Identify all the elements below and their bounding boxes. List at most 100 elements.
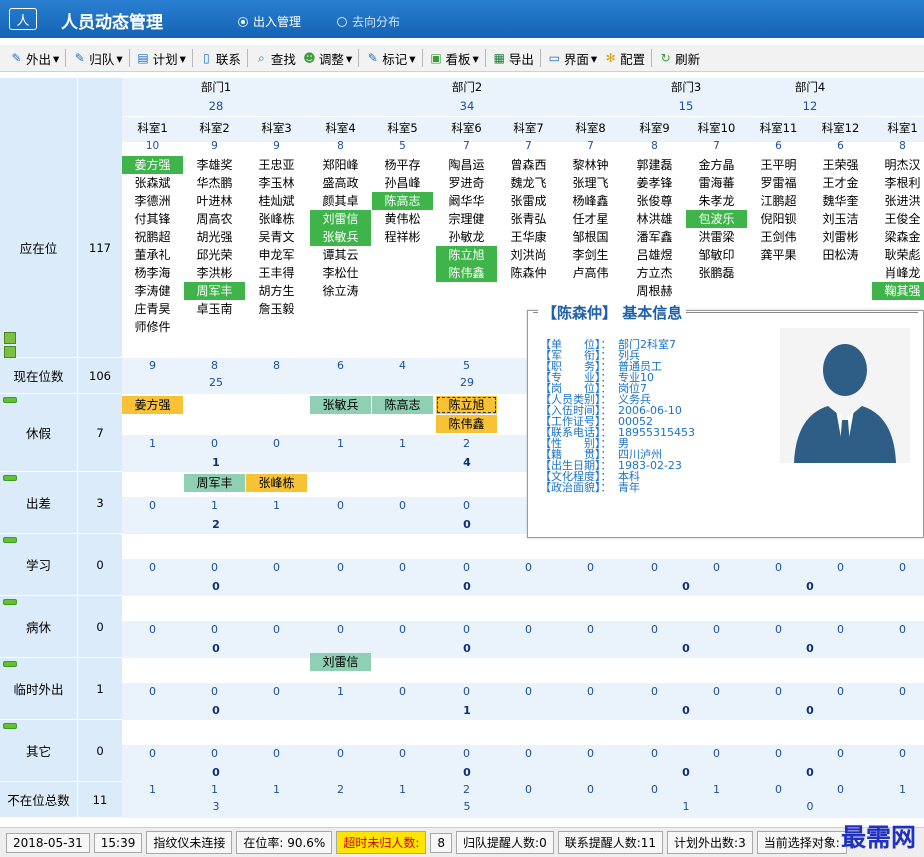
trip-person-cell[interactable]: 张峰栋 bbox=[246, 474, 307, 492]
person-cell[interactable]: 陈森仲 bbox=[498, 264, 559, 282]
tab-access-management[interactable]: 出入管理 bbox=[238, 13, 301, 30]
person-cell[interactable]: 张森斌 bbox=[122, 174, 183, 192]
person-cell[interactable]: 师修件 bbox=[122, 318, 183, 336]
person-cell[interactable]: 江鹏超 bbox=[748, 192, 809, 210]
person-cell[interactable]: 王俊全 bbox=[872, 210, 924, 228]
person-cell[interactable]: 张青弘 bbox=[498, 210, 559, 228]
search-button[interactable]: ⌕ 查找 bbox=[251, 49, 299, 68]
person-cell[interactable]: 曾森西 bbox=[498, 156, 559, 174]
department-header[interactable]: 部门1 bbox=[122, 79, 310, 95]
person-cell[interactable]: 孙敏龙 bbox=[436, 228, 497, 246]
person-cell[interactable]: 李根利 bbox=[872, 174, 924, 192]
person-cell[interactable]: 宗理健 bbox=[436, 210, 497, 228]
section-header[interactable]: 科室1 bbox=[872, 120, 924, 136]
refresh-button[interactable]: ↻ 刷新 bbox=[655, 49, 703, 68]
person-cell[interactable]: 庄青昊 bbox=[122, 300, 183, 318]
interface-button[interactable]: ▭ 界面 ▾ bbox=[544, 49, 600, 68]
adjust-button[interactable]: ☻ 调整 ▾ bbox=[299, 49, 355, 68]
person-cell[interactable]: 杨李海 bbox=[122, 264, 183, 282]
person-cell[interactable]: 李雄奖 bbox=[184, 156, 245, 174]
person-cell[interactable]: 吴青文 bbox=[246, 228, 307, 246]
person-cell[interactable]: 鞠其强 bbox=[872, 282, 924, 300]
person-cell[interactable]: 任才星 bbox=[560, 210, 621, 228]
plan-button[interactable]: ▤ 计划 ▾ bbox=[133, 49, 189, 68]
person-cell[interactable]: 梁森金 bbox=[872, 228, 924, 246]
person-cell[interactable]: 林洪雄 bbox=[624, 210, 685, 228]
person-cell[interactable]: 黄伟松 bbox=[372, 210, 433, 228]
section-header[interactable]: 科室10 bbox=[686, 120, 747, 136]
person-cell[interactable]: 明杰汉 bbox=[872, 156, 924, 174]
person-cell[interactable]: 李洪彬 bbox=[184, 264, 245, 282]
leave-person-cell[interactable]: 张敏兵 bbox=[310, 396, 371, 414]
person-cell[interactable]: 胡光强 bbox=[184, 228, 245, 246]
person-cell[interactable]: 洪雷梁 bbox=[686, 228, 747, 246]
section-header[interactable]: 科室7 bbox=[498, 120, 559, 136]
leave-person-cell[interactable]: 陈高志 bbox=[372, 396, 433, 414]
department-header[interactable]: 部门4 bbox=[748, 79, 872, 95]
person-cell[interactable]: 申龙军 bbox=[246, 246, 307, 264]
tab-whereabouts-distribution[interactable]: 去向分布 bbox=[337, 13, 400, 30]
person-cell[interactable]: 倪阳钡 bbox=[748, 210, 809, 228]
person-cell[interactable]: 王平明 bbox=[748, 156, 809, 174]
person-cell[interactable]: 王丰得 bbox=[246, 264, 307, 282]
scroll-up-icon[interactable] bbox=[4, 332, 16, 344]
section-header[interactable]: 科室4 bbox=[310, 120, 371, 136]
person-cell[interactable]: 胡方生 bbox=[246, 282, 307, 300]
section-header[interactable]: 科室2 bbox=[184, 120, 245, 136]
person-cell[interactable]: 邹敏印 bbox=[686, 246, 747, 264]
person-cell[interactable]: 姜孝锋 bbox=[624, 174, 685, 192]
person-cell[interactable]: 王剑伟 bbox=[748, 228, 809, 246]
person-cell[interactable]: 卓玉南 bbox=[184, 300, 245, 318]
person-cell[interactable]: 董承礼 bbox=[122, 246, 183, 264]
person-cell[interactable]: 李涛健 bbox=[122, 282, 183, 300]
person-cell[interactable]: 肖峰龙 bbox=[872, 264, 924, 282]
person-cell[interactable]: 方立杰 bbox=[624, 264, 685, 282]
person-cell[interactable]: 陈伟鑫 bbox=[436, 264, 497, 282]
person-cell[interactable]: 祝鹏超 bbox=[122, 228, 183, 246]
department-header[interactable]: 部门3 bbox=[624, 79, 748, 95]
person-cell[interactable]: 王荣强 bbox=[810, 156, 871, 174]
trip-person-cell[interactable]: 周军丰 bbox=[184, 474, 245, 492]
person-cell[interactable]: 郭建磊 bbox=[624, 156, 685, 174]
mark-button[interactable]: ✎ 标记 ▾ bbox=[362, 49, 418, 68]
leave-person-cell[interactable]: 陈立旭 bbox=[436, 396, 497, 414]
person-cell[interactable]: 华杰鹏 bbox=[184, 174, 245, 192]
section-header[interactable]: 科室5 bbox=[372, 120, 433, 136]
person-cell[interactable]: 田松涛 bbox=[810, 246, 871, 264]
person-cell[interactable]: 陈立旭 bbox=[436, 246, 497, 264]
person-cell[interactable]: 潘军鑫 bbox=[624, 228, 685, 246]
contact-button[interactable]: ▯ 联系 bbox=[196, 49, 244, 68]
person-cell[interactable]: 徐立涛 bbox=[310, 282, 371, 300]
person-cell[interactable]: 邱光荣 bbox=[184, 246, 245, 264]
temp-out-person-cell[interactable]: 刘雷信 bbox=[310, 653, 371, 671]
person-cell[interactable]: 罗雷福 bbox=[748, 174, 809, 192]
person-cell[interactable]: 王华康 bbox=[498, 228, 559, 246]
person-cell[interactable]: 张雷成 bbox=[498, 192, 559, 210]
person-cell[interactable]: 付其锋 bbox=[122, 210, 183, 228]
person-cell[interactable]: 李德洲 bbox=[122, 192, 183, 210]
person-cell[interactable]: 罗进奇 bbox=[436, 174, 497, 192]
board-button[interactable]: ▣ 看板 ▾ bbox=[426, 49, 482, 68]
export-button[interactable]: ▦ 导出 bbox=[489, 49, 537, 68]
section-header[interactable]: 科室3 bbox=[246, 120, 307, 136]
person-cell[interactable]: 李松仕 bbox=[310, 264, 371, 282]
section-header[interactable]: 科室1 bbox=[122, 120, 183, 136]
person-cell[interactable]: 杨峰鑫 bbox=[560, 192, 621, 210]
person-cell[interactable]: 周高农 bbox=[184, 210, 245, 228]
person-cell[interactable]: 王才金 bbox=[810, 174, 871, 192]
section-header[interactable]: 科室9 bbox=[624, 120, 685, 136]
person-cell[interactable]: 颜其卓 bbox=[310, 192, 371, 210]
person-cell[interactable]: 陈高志 bbox=[372, 192, 433, 210]
person-cell[interactable]: 周军丰 bbox=[184, 282, 245, 300]
return-button[interactable]: ✎ 归队 ▾ bbox=[69, 49, 125, 68]
person-cell[interactable]: 詹玉毅 bbox=[246, 300, 307, 318]
person-cell[interactable]: 刘雷信 bbox=[310, 210, 371, 228]
person-cell[interactable]: 张鹏磊 bbox=[686, 264, 747, 282]
person-cell[interactable]: 程祥彬 bbox=[372, 228, 433, 246]
config-button[interactable]: ✻ 配置 bbox=[600, 49, 648, 68]
person-cell[interactable]: 包波乐 bbox=[686, 210, 747, 228]
person-cell[interactable]: 王忠亚 bbox=[246, 156, 307, 174]
person-cell[interactable]: 杨平存 bbox=[372, 156, 433, 174]
person-cell[interactable]: 邹根国 bbox=[560, 228, 621, 246]
person-cell[interactable]: 李剑生 bbox=[560, 246, 621, 264]
